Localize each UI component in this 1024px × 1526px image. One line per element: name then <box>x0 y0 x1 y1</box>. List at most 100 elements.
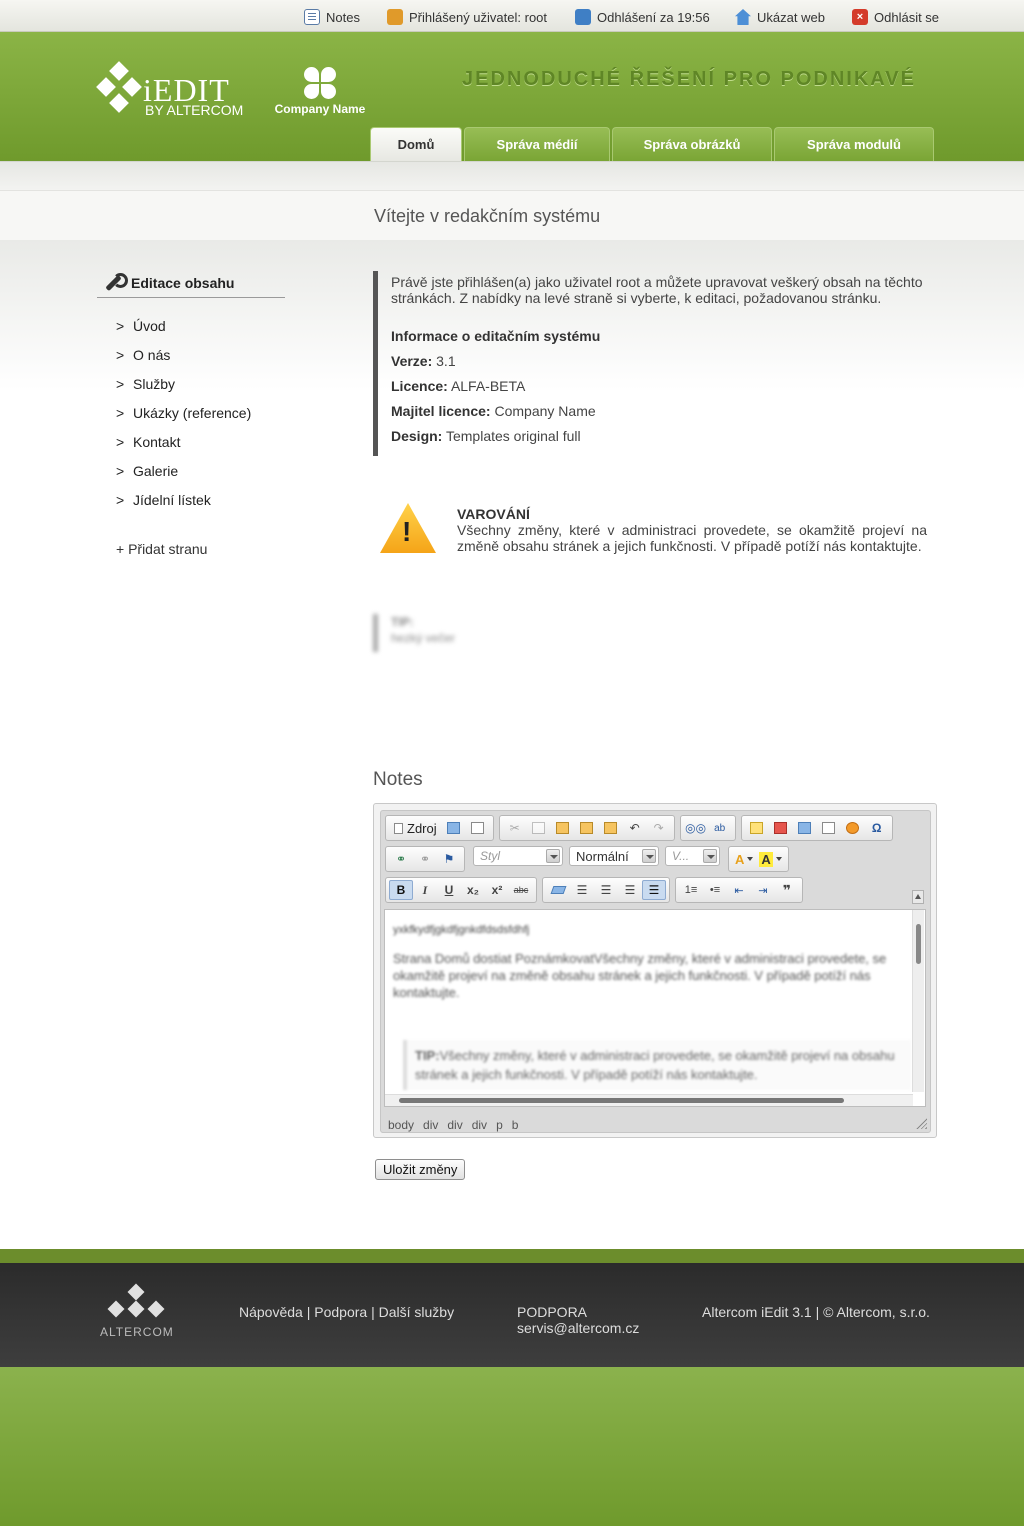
superscript-button[interactable]: x² <box>485 880 509 900</box>
footer-support: PODPORA servis@altercom.cz <box>517 1304 639 1336</box>
undo-button[interactable]: ↶ <box>623 818 647 838</box>
smiley-button[interactable] <box>841 818 865 838</box>
remove-format-button[interactable] <box>546 880 570 900</box>
align-center-button[interactable]: ☰ <box>594 880 618 900</box>
resize-handle-icon[interactable] <box>916 1118 927 1129</box>
strike-button[interactable]: abc <box>509 880 533 900</box>
justify-icon: ☰ <box>648 883 660 897</box>
bg-color-button[interactable]: A <box>759 851 782 867</box>
save-button[interactable]: Uložit změny <box>375 1159 466 1180</box>
templates-button[interactable] <box>466 818 490 838</box>
sidebar-item-kontakt[interactable]: > Kontakt <box>116 434 251 463</box>
path-item[interactable]: b <box>512 1118 519 1132</box>
editor-content[interactable]: yxkfkydfjgkdfjgnkdfdsdsfdhfj Strana Domů… <box>384 909 926 1107</box>
horizontal-rule-button[interactable] <box>817 818 841 838</box>
tab-media[interactable]: Správa médií <box>464 127 610 161</box>
path-item[interactable]: body <box>388 1118 414 1132</box>
style-select[interactable]: Styl <box>473 846 563 866</box>
text-color-button[interactable]: A <box>735 852 754 867</box>
omega-icon: Ω <box>871 821 882 835</box>
arrow-icon: > <box>116 405 125 421</box>
cut-button[interactable]: ✂ <box>503 818 527 838</box>
footer: ALTERCOM Nápověda | Podpora | Další služ… <box>0 1263 1024 1367</box>
image-button[interactable] <box>745 818 769 838</box>
info-row-version: Verze: 3.1 <box>391 353 938 369</box>
toolbar-row-3: B I U x₂ x² abc ☰ ☰ ☰ ☰ 1≡ •≡ ⇤ ⇥ ❞ <box>385 877 808 903</box>
replace-button[interactable]: ab <box>708 818 732 838</box>
tab-images[interactable]: Správa obrázků <box>612 127 772 161</box>
sidebar-item-jidelni-listek[interactable]: > Jídelní lístek <box>116 492 251 521</box>
support-link[interactable]: Podpora <box>314 1304 367 1320</box>
info-label: Majitel licence: <box>391 403 491 419</box>
source-button[interactable]: Zdroj <box>389 818 442 838</box>
sidebar-item-o-nas[interactable]: > O nás <box>116 347 251 376</box>
tab-modules[interactable]: Správa modulů <box>774 127 934 161</box>
smiley-icon <box>846 822 860 834</box>
sidebar-item-ukazky[interactable]: > Ukázky (reference) <box>116 405 251 434</box>
vertical-scrollbar[interactable] <box>912 910 924 1092</box>
add-page-link[interactable]: + Přidat stranu <box>116 541 207 557</box>
copy-button[interactable] <box>527 818 551 838</box>
justify-button[interactable]: ☰ <box>642 880 666 900</box>
underline-button[interactable]: U <box>437 880 461 900</box>
youtube-icon <box>774 822 788 834</box>
path-item[interactable]: div <box>472 1118 487 1132</box>
notes-link[interactable]: Notes <box>304 8 360 26</box>
arrow-icon: > <box>116 376 125 392</box>
indent-button[interactable]: ⇥ <box>751 880 775 900</box>
redo-button[interactable]: ↷ <box>647 818 671 838</box>
italic-button[interactable]: I <box>413 880 437 900</box>
link-button[interactable]: ⚭ <box>389 849 413 869</box>
copy-icon <box>532 822 546 834</box>
numbered-list-icon: 1≡ <box>684 884 698 896</box>
align-right-button[interactable]: ☰ <box>618 880 642 900</box>
table-button[interactable] <box>793 818 817 838</box>
help-link[interactable]: Nápověda <box>239 1304 303 1320</box>
info-value: 3.1 <box>436 353 456 369</box>
bold-button[interactable]: B <box>389 880 413 900</box>
paste-word-button[interactable] <box>599 818 623 838</box>
path-item[interactable]: div <box>447 1118 462 1132</box>
notes-icon <box>304 9 320 25</box>
toolbar-row-2: ⚭ ⚭ ⚑ Styl Normální V... A A <box>385 846 794 872</box>
logout-link[interactable]: × Odhlásit se <box>852 8 939 26</box>
paste-icon <box>556 822 570 834</box>
find-button[interactable]: ◎◎ <box>684 818 708 838</box>
subscript-button[interactable]: x₂ <box>461 880 485 900</box>
tab-home[interactable]: Domů <box>370 127 462 161</box>
format-select[interactable]: Normální <box>569 846 659 866</box>
show-web-link[interactable]: Ukázat web <box>735 8 825 26</box>
unlink-button[interactable]: ⚭ <box>413 849 437 869</box>
services-link[interactable]: Další služby <box>379 1304 454 1320</box>
bullet-list-button[interactable]: •≡ <box>703 880 727 900</box>
sidebar-item-uvod[interactable]: > Úvod <box>116 318 251 347</box>
special-char-button[interactable]: Ω <box>865 818 889 838</box>
vertical-scroll-thumb[interactable] <box>916 924 921 964</box>
link-icon: ⚭ <box>395 852 407 866</box>
preview-button[interactable] <box>442 818 466 838</box>
dropdown-icon <box>775 857 782 861</box>
size-select[interactable]: V... <box>665 846 720 866</box>
youtube-button[interactable] <box>769 818 793 838</box>
anchor-button[interactable]: ⚑ <box>437 849 461 869</box>
dropdown-icon <box>747 857 754 861</box>
logout-timer-label: Odhlášení za 19:56 <box>597 9 710 25</box>
footer-links: Nápověda | Podpora | Další služby <box>239 1304 455 1320</box>
sidebar-item-sluzby[interactable]: > Služby <box>116 376 251 405</box>
align-left-button[interactable]: ☰ <box>570 880 594 900</box>
horizontal-scrollbar[interactable] <box>385 1094 913 1106</box>
wrench-icon <box>103 273 128 293</box>
paste-text-button[interactable] <box>575 818 599 838</box>
info-label: Verze: <box>391 353 433 369</box>
paste-button[interactable] <box>551 818 575 838</box>
outdent-button[interactable]: ⇤ <box>727 880 751 900</box>
horizontal-scroll-thumb[interactable] <box>399 1098 844 1103</box>
path-item[interactable]: div <box>423 1118 438 1132</box>
sidebar-item-galerie[interactable]: > Galerie <box>116 463 251 492</box>
table-icon <box>798 822 812 834</box>
path-item[interactable]: p <box>496 1118 503 1132</box>
blockquote-button[interactable]: ❞ <box>775 880 799 900</box>
numbered-list-button[interactable]: 1≡ <box>679 880 703 900</box>
scroll-up-button[interactable] <box>912 890 924 904</box>
support-email[interactable]: servis@altercom.cz <box>517 1320 639 1336</box>
